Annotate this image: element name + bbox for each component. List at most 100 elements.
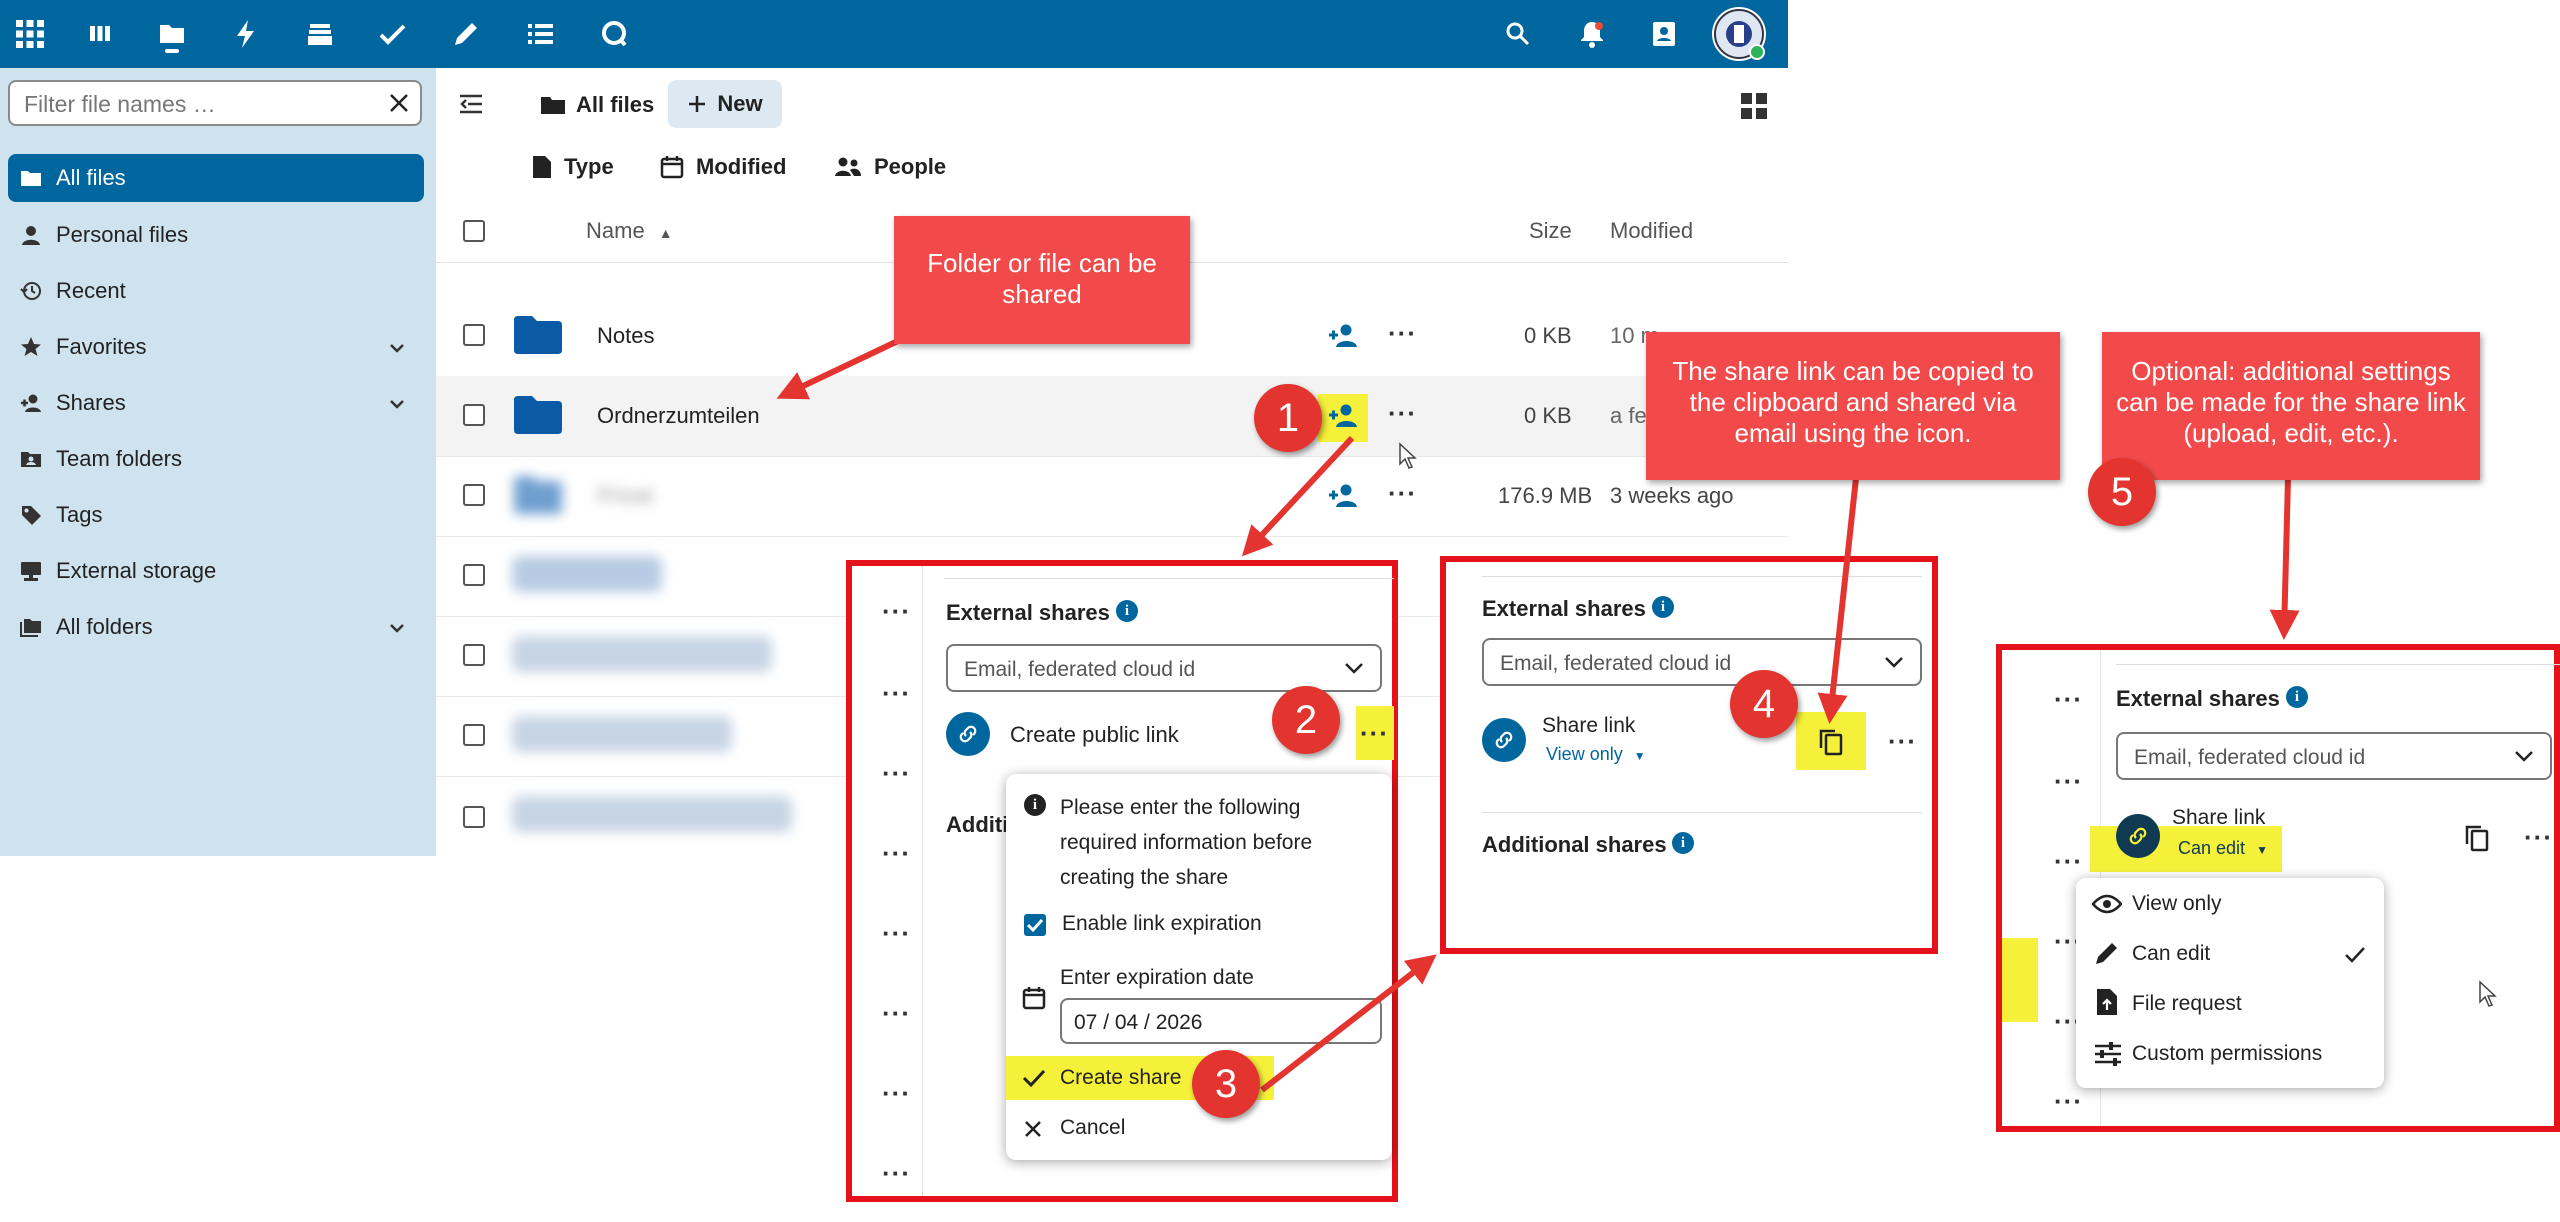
- permission-dropdown[interactable]: View only ▼: [1546, 744, 1646, 765]
- avatar[interactable]: [1712, 7, 1766, 61]
- row-checkbox[interactable]: [463, 724, 485, 746]
- search-icon[interactable]: [1498, 14, 1538, 54]
- share-icon[interactable]: [1328, 482, 1358, 508]
- menu-item-custom-permissions[interactable]: Custom permissions: [2132, 1042, 2322, 1066]
- more-actions-icon[interactable]: ···: [882, 998, 911, 1029]
- column-modified-header[interactable]: Modified: [1610, 218, 1693, 244]
- sidebar-item-all-files[interactable]: All files: [8, 154, 424, 202]
- toggle-sidebar-icon[interactable]: [458, 92, 486, 116]
- more-actions-icon[interactable]: ···: [1388, 398, 1417, 429]
- share-link-label: Share link: [2172, 806, 2266, 829]
- sidebar-item-recent[interactable]: Recent: [8, 267, 424, 315]
- info-icon[interactable]: i: [1652, 596, 1674, 618]
- share-recipient-field[interactable]: Email, federated cloud id: [1482, 638, 1922, 686]
- link-more-icon[interactable]: ···: [2524, 822, 2553, 853]
- blurred-file: [512, 556, 662, 592]
- share-link-label: Share link: [1542, 714, 1636, 737]
- row-checkbox[interactable]: [463, 484, 485, 506]
- copy-icon[interactable]: [1818, 728, 1844, 756]
- more-actions-icon[interactable]: ···: [2054, 846, 2083, 877]
- more-actions-icon[interactable]: ···: [2054, 684, 2083, 715]
- file-name[interactable]: Privat: [597, 483, 653, 509]
- info-icon[interactable]: i: [1116, 600, 1138, 622]
- more-actions-icon[interactable]: ···: [882, 678, 911, 709]
- share-recipient-field[interactable]: Email, federated cloud id: [2116, 732, 2552, 780]
- chevron-down-icon[interactable]: [1344, 662, 1364, 676]
- tasks-icon[interactable]: [373, 14, 413, 54]
- list-icon[interactable]: [520, 14, 560, 54]
- file-name[interactable]: Notes: [597, 323, 654, 349]
- expiration-checkbox[interactable]: [1024, 914, 1046, 936]
- info-icon[interactable]: i: [2286, 686, 2308, 708]
- contacts-icon[interactable]: [1644, 14, 1684, 54]
- expiration-date-label: Enter expiration date: [1060, 966, 1254, 989]
- more-actions-icon[interactable]: ···: [882, 596, 911, 627]
- more-actions-icon[interactable]: ···: [882, 838, 911, 869]
- filter-field[interactable]: [8, 80, 422, 126]
- more-actions-icon[interactable]: ···: [1388, 478, 1417, 509]
- create-share-button[interactable]: Create share: [1060, 1066, 1181, 1090]
- link-more-icon[interactable]: ···: [1888, 726, 1917, 757]
- filter-input[interactable]: [22, 90, 376, 119]
- enable-expiration-label[interactable]: Enable link expiration: [1062, 912, 1262, 936]
- more-actions-icon[interactable]: ···: [882, 1078, 911, 1109]
- permission-dropdown[interactable]: Can edit ▼: [2178, 838, 2268, 859]
- files-icon[interactable]: [152, 14, 192, 54]
- menu-item-file-request[interactable]: File request: [2132, 992, 2242, 1016]
- file-name[interactable]: Ordnerzumteilen: [597, 403, 760, 429]
- chevron-down-icon[interactable]: [2514, 750, 2534, 764]
- clear-icon[interactable]: [388, 92, 410, 114]
- link-more-icon[interactable]: ···: [1360, 718, 1389, 749]
- row-checkbox[interactable]: [463, 644, 485, 666]
- info-icon[interactable]: i: [1672, 832, 1694, 854]
- more-actions-icon[interactable]: ···: [882, 918, 911, 949]
- sidebar-item-personal-files[interactable]: Personal files: [8, 211, 424, 259]
- chevron-down-icon[interactable]: [388, 619, 406, 637]
- column-name-header[interactable]: Name ▲: [586, 218, 673, 244]
- filter-people[interactable]: People: [834, 150, 946, 184]
- row-checkbox[interactable]: [463, 324, 485, 346]
- sidebar-item-external-storage[interactable]: External storage: [8, 547, 424, 595]
- share-recipient-field[interactable]: Email, federated cloud id: [946, 644, 1382, 692]
- notifications-icon[interactable]: [1572, 14, 1612, 54]
- expiration-date-input[interactable]: 07 / 04 / 2026: [1060, 998, 1382, 1044]
- breadcrumb[interactable]: All files: [540, 88, 654, 122]
- notes-icon[interactable]: [446, 14, 486, 54]
- external-shares-title: External shares: [1482, 596, 1646, 621]
- sidebar-item-all-folders[interactable]: All folders: [8, 603, 424, 651]
- chevron-down-icon[interactable]: [1884, 656, 1904, 670]
- chevron-down-icon[interactable]: [388, 395, 406, 413]
- filter-type[interactable]: Type: [532, 150, 614, 184]
- more-actions-icon[interactable]: ···: [882, 1158, 911, 1189]
- stack-icon[interactable]: [300, 14, 340, 54]
- more-actions-icon[interactable]: ···: [2054, 766, 2083, 797]
- cancel-button[interactable]: Cancel: [1060, 1116, 1125, 1140]
- chevron-down-icon[interactable]: [388, 339, 406, 357]
- talk-icon[interactable]: [594, 14, 634, 54]
- column-size-header[interactable]: Size: [1529, 218, 1572, 244]
- more-actions-icon[interactable]: ···: [1388, 318, 1417, 349]
- row-checkbox[interactable]: [463, 404, 485, 426]
- copy-icon[interactable]: [2464, 824, 2490, 852]
- deck-icon[interactable]: [80, 14, 120, 54]
- mouse-cursor-icon: [2479, 980, 2497, 1007]
- sidebar-item-shares[interactable]: Shares: [8, 379, 424, 427]
- sidebar-item-team-folders[interactable]: Team folders: [8, 435, 424, 483]
- apps-icon[interactable]: [10, 14, 50, 54]
- create-public-link[interactable]: Create public link: [1010, 722, 1179, 748]
- filter-modified[interactable]: Modified: [660, 150, 786, 184]
- sidebar-item-tags[interactable]: Tags: [8, 491, 424, 539]
- sidebar-item-favorites[interactable]: Favorites: [8, 323, 424, 371]
- grid-view-icon[interactable]: [1740, 92, 1768, 120]
- share-icon[interactable]: [1328, 322, 1358, 348]
- share-icon[interactable]: [1328, 402, 1358, 428]
- activity-icon[interactable]: [226, 14, 266, 54]
- menu-item-can-edit[interactable]: Can edit: [2132, 942, 2210, 966]
- select-all-checkbox[interactable]: [463, 220, 485, 242]
- row-checkbox[interactable]: [463, 806, 485, 828]
- more-actions-icon[interactable]: ···: [2054, 1086, 2083, 1117]
- new-button[interactable]: New: [668, 80, 782, 128]
- more-actions-icon[interactable]: ···: [882, 758, 911, 789]
- row-checkbox[interactable]: [463, 564, 485, 586]
- menu-item-view-only[interactable]: View only: [2132, 892, 2222, 916]
